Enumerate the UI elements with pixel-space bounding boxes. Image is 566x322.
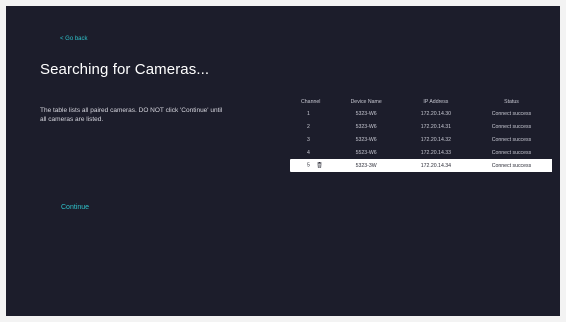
cell-status: Connect success bbox=[470, 159, 552, 172]
cell-device-name: 5323-W6 bbox=[355, 111, 377, 118]
cell-channel: 3 bbox=[307, 136, 310, 143]
table-row[interactable]: 2 5323-W6 172.20.14.31 Connect success bbox=[290, 121, 552, 134]
cell-ip-address: 172.20.14.34 bbox=[400, 159, 471, 172]
trash-icon[interactable] bbox=[317, 162, 322, 169]
continue-button[interactable]: Continue bbox=[61, 204, 89, 211]
cell-channel-value: 5 bbox=[307, 162, 310, 169]
cell-status: Connect success bbox=[491, 149, 532, 156]
table-row-selected[interactable]: 5 5323-3W 172.20.14.34 Connect success bbox=[290, 159, 552, 172]
column-header-ip-address: IP Address bbox=[423, 99, 449, 105]
column-header-status: Status bbox=[504, 99, 519, 105]
camera-table: Channel Device Name IP Address Status 1 … bbox=[290, 96, 552, 172]
instructions-text: The table lists all paired cameras. DO N… bbox=[40, 107, 223, 123]
column-header-device-name: Device Name bbox=[350, 99, 382, 105]
camera-search-screen: < Go back Searching for Cameras... The t… bbox=[6, 6, 560, 316]
cell-ip-address: 172.20.14.31 bbox=[420, 124, 452, 131]
cell-ip-address: 172.20.14.30 bbox=[420, 111, 452, 118]
cell-status: Connect success bbox=[491, 136, 532, 143]
go-back-link[interactable]: < Go back bbox=[60, 36, 88, 42]
cell-ip-address: 172.20.14.32 bbox=[420, 136, 452, 143]
cell-channel: 4 bbox=[307, 149, 310, 156]
cell-channel: 5 bbox=[290, 159, 332, 172]
cell-channel: 2 bbox=[307, 124, 310, 131]
table-row[interactable]: 4 5523-W6 172.20.14.33 Connect success bbox=[290, 146, 552, 159]
cell-status: Connect success bbox=[491, 124, 532, 131]
cell-device-name: 5323-W6 bbox=[355, 136, 377, 143]
table-row[interactable]: 1 5323-W6 172.20.14.30 Connect success bbox=[290, 108, 552, 121]
column-header-channel: Channel bbox=[301, 99, 321, 105]
cell-device-name: 5323-3W bbox=[331, 159, 401, 172]
cell-device-name: 5523-W6 bbox=[355, 149, 377, 156]
table-row[interactable]: 3 5323-W6 172.20.14.32 Connect success bbox=[290, 134, 552, 147]
cell-device-name: 5323-W6 bbox=[355, 124, 377, 131]
cell-status: Connect success bbox=[491, 111, 532, 118]
table-header-row: Channel Device Name IP Address Status bbox=[290, 96, 552, 108]
page-title: Searching for Cameras... bbox=[40, 61, 210, 78]
cell-channel: 1 bbox=[307, 111, 310, 118]
cell-ip-address: 172.20.14.33 bbox=[420, 149, 452, 156]
